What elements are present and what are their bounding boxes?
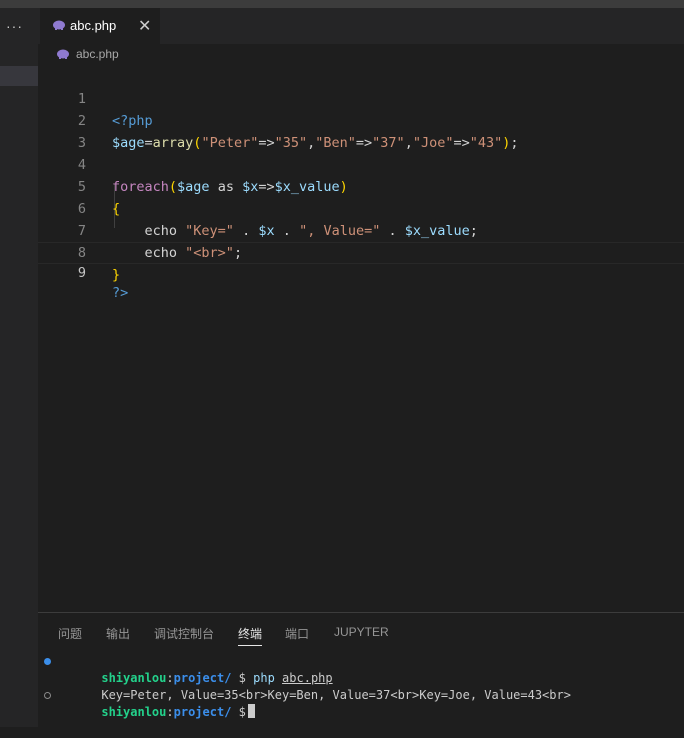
code-line: 5 { xyxy=(38,154,684,217)
tab-problems[interactable]: 问题 xyxy=(58,625,82,642)
code-text: ?> xyxy=(112,285,129,301)
command-status-icon xyxy=(44,692,51,699)
code-line: 4 foreach($age as $x=>$x_value) xyxy=(38,132,684,195)
code-line: 3 xyxy=(38,110,684,151)
php-elephant-icon xyxy=(57,49,69,59)
tab-abc-php[interactable]: abc.php ✕ xyxy=(40,8,160,44)
code-line: 7 echo "<br>"; xyxy=(38,198,684,261)
editor-area: abc.php ✕ abc.php 1 <?php 2 $age=array("… xyxy=(38,8,684,612)
command-status-icon xyxy=(44,658,51,665)
terminal-line: shiyanlou:project/ $ php abc.php xyxy=(44,653,571,685)
code-line-current: 9 ?> xyxy=(38,242,684,301)
sidebar: ··· xyxy=(0,8,38,727)
code-line: 2 $age=array("Peter"=>"35","Ben"=>"37","… xyxy=(38,88,684,151)
prompt-symbol: $ xyxy=(238,705,246,719)
code-line: 1 <?php xyxy=(38,66,684,129)
prompt-user: shiyanlou xyxy=(101,705,167,719)
editor-tabs: abc.php ✕ xyxy=(38,8,684,44)
tab-label: abc.php xyxy=(70,18,117,33)
breadcrumb-file: abc.php xyxy=(76,47,119,61)
terminal[interactable]: shiyanlou:project/ $ php abc.php Key=Pet… xyxy=(44,653,571,719)
tab-output[interactable]: 输出 xyxy=(106,625,130,642)
bottom-panel: 问题 输出 调试控制台 终端 端口 JUPYTER shiyanlou:proj… xyxy=(38,612,684,728)
terminal-output: Key=Peter, Value=35<br>Key=Ben, Value=37… xyxy=(58,670,571,702)
tab-terminal[interactable]: 终端 xyxy=(238,625,263,646)
prompt-path: project/ xyxy=(173,705,232,719)
terminal-line: shiyanlou:project/ $ xyxy=(44,687,571,719)
more-actions-icon[interactable]: ··· xyxy=(6,18,23,34)
php-elephant-icon xyxy=(53,20,65,30)
code-line: 8 } xyxy=(38,220,684,283)
tab-jupyter[interactable]: JUPYTER xyxy=(334,625,389,639)
close-icon[interactable]: ✕ xyxy=(138,16,151,36)
line-number: 9 xyxy=(77,265,86,281)
title-bar xyxy=(0,0,684,8)
tab-ports[interactable]: 端口 xyxy=(285,625,309,642)
code-line: 6 echo "Key=" . $x . ", Value=" . $x_val… xyxy=(38,176,684,239)
terminal-cursor xyxy=(247,704,255,718)
code-editor[interactable]: 1 <?php 2 $age=array("Peter"=>"35","Ben"… xyxy=(38,66,684,301)
tab-debug-console[interactable]: 调试控制台 xyxy=(154,625,214,642)
sidebar-selected-item[interactable] xyxy=(0,66,38,86)
